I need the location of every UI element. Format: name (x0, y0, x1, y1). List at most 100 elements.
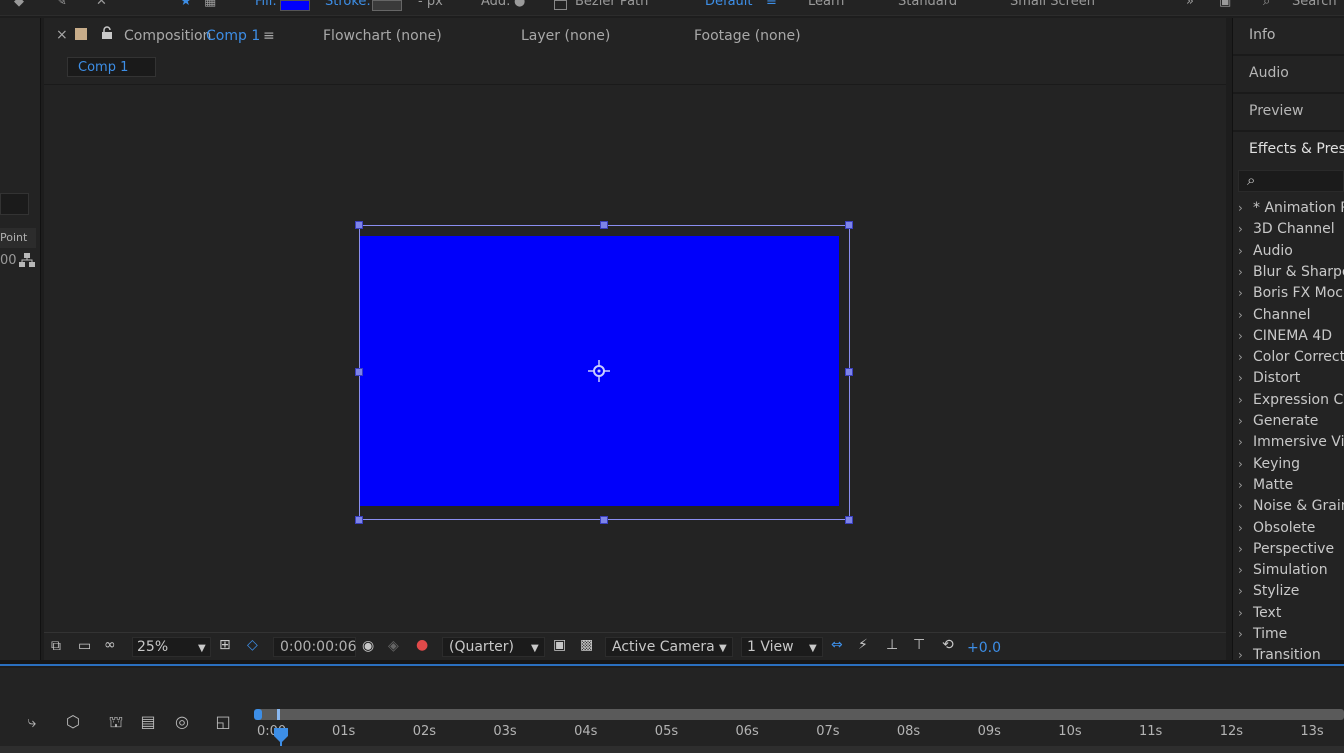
motion-blur-icon[interactable]: ◎ (172, 712, 192, 732)
time-ruler[interactable]: 0:00 01s 02s 03s 04s 05s 06s 07s 08s 09s 10s 11s 12… (257, 720, 1344, 746)
effects-search-input[interactable]: ⌕ (1238, 170, 1344, 192)
lock-icon[interactable] (100, 26, 114, 40)
effects-category[interactable]: › Obsolete (1238, 520, 1315, 536)
exposure-value[interactable]: +0.0 (967, 640, 1001, 656)
views-dropdown[interactable]: 1 View ▼ (741, 637, 823, 657)
effects-category[interactable]: › 3D Channel (1238, 221, 1335, 237)
resolution-dropdown[interactable]: (Quarter) ▼ (442, 637, 545, 657)
handle-top-left[interactable] (355, 221, 363, 229)
work-area-bar[interactable] (257, 709, 1344, 720)
workspace-standard[interactable]: Standard (898, 0, 957, 9)
stroke-label[interactable]: Stroke: (325, 0, 371, 9)
mask-path-icon[interactable]: ◇ (247, 637, 258, 653)
puppet-tool-icon[interactable]: ✎ (56, 0, 67, 9)
effects-category[interactable]: › CINEMA 4D (1238, 328, 1332, 344)
effects-category[interactable]: › Generate (1238, 413, 1318, 429)
effects-category[interactable]: › Perspective (1238, 541, 1334, 557)
effects-category[interactable]: › Channel (1238, 307, 1310, 323)
timeline-icon[interactable]: ⊥ (886, 637, 898, 653)
composition-label[interactable]: Composition (124, 28, 211, 44)
always-preview-icon[interactable]: ⧉ (51, 638, 61, 654)
draft-3d-icon[interactable]: ⤷ (22, 712, 42, 732)
work-area-marker[interactable] (277, 709, 280, 720)
fill-swatch[interactable] (280, 0, 310, 11)
search-icon[interactable]: ⌕ (1263, 0, 1270, 9)
resolution-grid-icon[interactable]: ⊞ (219, 637, 231, 653)
region-of-interest-icon[interactable]: ▣ (553, 637, 566, 653)
transparency-grid-icon[interactable]: ▩ (580, 637, 593, 653)
handle-right[interactable] (845, 368, 853, 376)
handle-bottom[interactable] (600, 516, 608, 524)
timecode-field[interactable]: 0:00:00:06 (273, 637, 357, 657)
graph-editor-icon[interactable]: ◱ (213, 712, 233, 732)
handle-bottom-left[interactable] (355, 516, 363, 524)
frame-blending-icon[interactable]: ▤ (138, 712, 158, 732)
playhead-icon[interactable] (273, 727, 289, 747)
effects-category[interactable]: › Keying (1238, 456, 1300, 472)
effects-category[interactable]: › * Animation Presets (1238, 200, 1344, 216)
3d-cube-icon[interactable]: ⬡ (63, 712, 83, 732)
effects-category[interactable]: › Expression Controls (1238, 392, 1344, 408)
checker-icon[interactable]: ▦ (204, 0, 216, 9)
snapshot-icon[interactable]: ◉ (362, 638, 374, 654)
effects-category[interactable]: › Color Correction (1238, 349, 1344, 365)
effects-category[interactable]: › Distort (1238, 370, 1300, 386)
color-channels-icon[interactable]: ● (416, 637, 428, 653)
search-help-label[interactable]: Search (1292, 0, 1337, 9)
reset-exposure-icon[interactable]: ⟲ (942, 637, 954, 653)
eraser-tool-icon[interactable]: ◆ (14, 0, 24, 9)
point-value[interactable]: 00 (0, 253, 17, 268)
effects-category[interactable]: › Simulation (1238, 562, 1328, 578)
vr-goggles-icon[interactable]: ∞ (104, 637, 116, 653)
bezier-checkbox[interactable] (554, 0, 567, 10)
tab-flowchart[interactable]: Flowchart (none) (323, 28, 442, 44)
stroke-swatch[interactable] (372, 0, 402, 11)
handle-bottom-right[interactable] (845, 516, 853, 524)
tab-footage[interactable]: Footage (none) (694, 28, 801, 44)
star-tool-icon[interactable]: ★ (180, 0, 192, 9)
add-icon[interactable]: ● (514, 0, 525, 9)
workspace-learn[interactable]: Learn (808, 0, 844, 9)
fill-label[interactable]: Fill: (255, 0, 277, 9)
handle-top[interactable] (600, 221, 608, 229)
panel-preview[interactable]: Preview (1249, 103, 1304, 119)
shy-layers-icon[interactable]: ⛫ (106, 712, 126, 732)
show-snapshot-icon[interactable]: ◈ (388, 638, 399, 654)
effects-category[interactable]: › Time (1238, 626, 1287, 642)
effects-category[interactable]: › Stylize (1238, 583, 1299, 599)
panel-effects-presets[interactable]: Effects & Presets (1249, 141, 1344, 157)
flowchart-icon[interactable]: ⊤ (913, 637, 925, 653)
panel-audio[interactable]: Audio (1249, 65, 1289, 81)
effects-category[interactable]: › Noise & Grain (1238, 498, 1344, 514)
close-tab-icon[interactable]: × (56, 27, 68, 43)
handle-left[interactable] (355, 368, 363, 376)
workspace-menu-icon[interactable]: ≡ (766, 0, 777, 9)
effects-category[interactable]: › Text (1238, 605, 1281, 621)
zoom-dropdown[interactable]: 25% ▼ (132, 637, 211, 657)
effects-category[interactable]: › Immersive Video (1238, 434, 1344, 450)
overflow-chevrons-icon[interactable]: » (1186, 0, 1194, 9)
comp-subtab[interactable]: Comp 1 (67, 57, 156, 77)
panel-menu-icon[interactable]: ≡ (263, 28, 275, 44)
handle-top-right[interactable] (845, 221, 853, 229)
effects-category[interactable]: › Transition (1238, 647, 1321, 660)
composition-name[interactable]: Comp 1 (206, 28, 260, 44)
monitor-icon[interactable]: ▭ (78, 638, 91, 654)
sync-icon[interactable]: ▣ (1219, 0, 1231, 9)
effects-category[interactable]: › Boris FX Mocha (1238, 285, 1344, 301)
tab-layer[interactable]: Layer (none) (521, 28, 610, 44)
stroke-width[interactable]: - px (418, 0, 443, 9)
workspace-default[interactable]: Default (705, 0, 753, 9)
fast-previews-icon[interactable]: ⚡ (858, 637, 868, 653)
panel-field[interactable] (0, 193, 29, 215)
effects-category[interactable]: › Matte (1238, 477, 1293, 493)
anchor-point-icon[interactable] (587, 359, 611, 383)
pin-tool-icon[interactable]: ✕ (96, 0, 107, 9)
effects-category[interactable]: › Audio (1238, 243, 1293, 259)
workspace-small-screen[interactable]: Small Screen (1010, 0, 1095, 9)
hierarchy-icon[interactable] (18, 251, 36, 269)
effects-category[interactable]: › Blur & Sharpen (1238, 264, 1344, 280)
work-area-start-handle[interactable] (254, 709, 262, 720)
panel-info[interactable]: Info (1249, 27, 1276, 43)
toggle-pixel-aspect-icon[interactable]: ⇔ (831, 637, 843, 653)
